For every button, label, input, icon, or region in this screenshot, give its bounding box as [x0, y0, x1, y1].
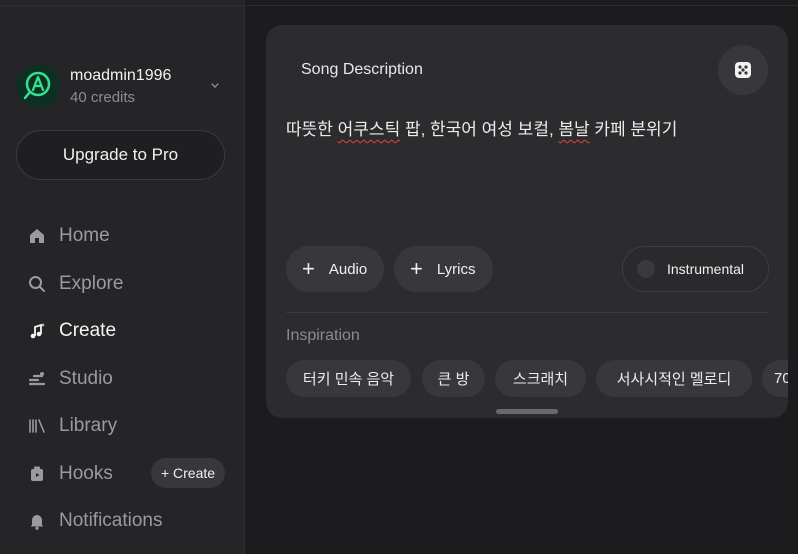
instrumental-toggle[interactable]: Instrumental: [622, 246, 769, 292]
add-audio-button[interactable]: + Audio: [286, 246, 384, 292]
prompt-text-misspelled: 봄날: [558, 120, 590, 139]
horizontal-scrollbar[interactable]: [496, 409, 558, 414]
song-description-panel: Song Description 따뜻한 어쿠스틱 팝, 한국어 여성 보컬, …: [266, 25, 788, 418]
prompt-text: 카페 분위기: [589, 120, 678, 139]
prompt-text: 팝, 한국어 여성 보컬,: [400, 120, 559, 139]
sidebar-item-studio[interactable]: Studio: [27, 365, 113, 393]
add-lyrics-label: Lyrics: [436, 260, 476, 278]
profile-menu[interactable]: moadmin1996 40 credits: [16, 64, 228, 110]
inspiration-chip[interactable]: 스크래치: [495, 360, 586, 397]
plus-icon: +: [410, 256, 423, 281]
main-top-bar: [246, 0, 798, 6]
app-window: moadmin1996 40 credits Upgrade to Pro Ho…: [0, 0, 798, 554]
credits-count: 40 credits: [70, 89, 136, 106]
sidebar-item-label: Hooks: [59, 463, 113, 484]
inspiration-chip[interactable]: 큰 방: [422, 360, 485, 397]
upgrade-button[interactable]: Upgrade to Pro: [16, 130, 225, 180]
sidebar-item-home[interactable]: Home: [27, 222, 110, 250]
sidebar-item-explore[interactable]: Explore: [27, 270, 123, 298]
sidebar-item-label: Notifications: [59, 510, 163, 531]
username: moadmin1996: [70, 67, 172, 84]
song-description-input[interactable]: 따뜻한 어쿠스틱 팝, 한국어 여성 보컬, 봄날 카페 분위기: [286, 115, 677, 140]
inspiration-label: Inspiration: [286, 327, 360, 344]
sidebar-item-label: Create: [59, 320, 117, 341]
sidebar-item-create[interactable]: Create: [27, 317, 116, 345]
inspiration-chip[interactable]: 터키 민속 음악: [286, 360, 411, 397]
sidebar-item-label: Home: [59, 225, 110, 246]
home-icon: [27, 226, 47, 246]
sidebar-item-label: Studio: [59, 368, 113, 389]
inspiration-chip[interactable]: 서사시적인 멜로디: [596, 360, 752, 397]
instrumental-label: Instrumental: [667, 261, 745, 277]
studio-icon: [27, 369, 47, 389]
plus-icon: +: [302, 256, 315, 281]
bell-icon: [27, 511, 47, 531]
song-description-title: Song Description: [301, 61, 423, 78]
hooks-icon: [27, 464, 47, 484]
toggle-indicator: [637, 260, 655, 278]
sidebar-item-library[interactable]: Library: [27, 412, 117, 440]
sidebar-item-label: Explore: [59, 273, 124, 294]
add-lyrics-button[interactable]: + Lyrics: [394, 246, 493, 292]
inspiration-chip[interactable]: 70: [762, 360, 788, 397]
sidebar-top-bar: [0, 0, 245, 6]
prompt-text-misspelled: 어쿠스틱: [337, 120, 401, 139]
dice-icon: [735, 62, 751, 78]
divider: [286, 312, 769, 313]
add-audio-label: Audio: [328, 260, 368, 278]
sidebar-item-label: Library: [59, 415, 118, 436]
sidebar: moadmin1996 40 credits Upgrade to Pro Ho…: [0, 0, 245, 554]
prompt-text: 따뜻한: [286, 120, 338, 139]
sidebar-item-notifications[interactable]: Notifications: [27, 507, 163, 535]
hooks-create-button[interactable]: + Create: [151, 458, 225, 488]
chevron-down-icon[interactable]: [208, 78, 222, 92]
music-sparkle-icon: [27, 321, 47, 341]
random-prompt-button[interactable]: [718, 45, 768, 95]
avatar[interactable]: [16, 64, 60, 108]
library-icon: [27, 416, 47, 436]
sidebar-item-hooks[interactable]: Hooks: [27, 460, 113, 488]
search-icon: [27, 274, 47, 294]
